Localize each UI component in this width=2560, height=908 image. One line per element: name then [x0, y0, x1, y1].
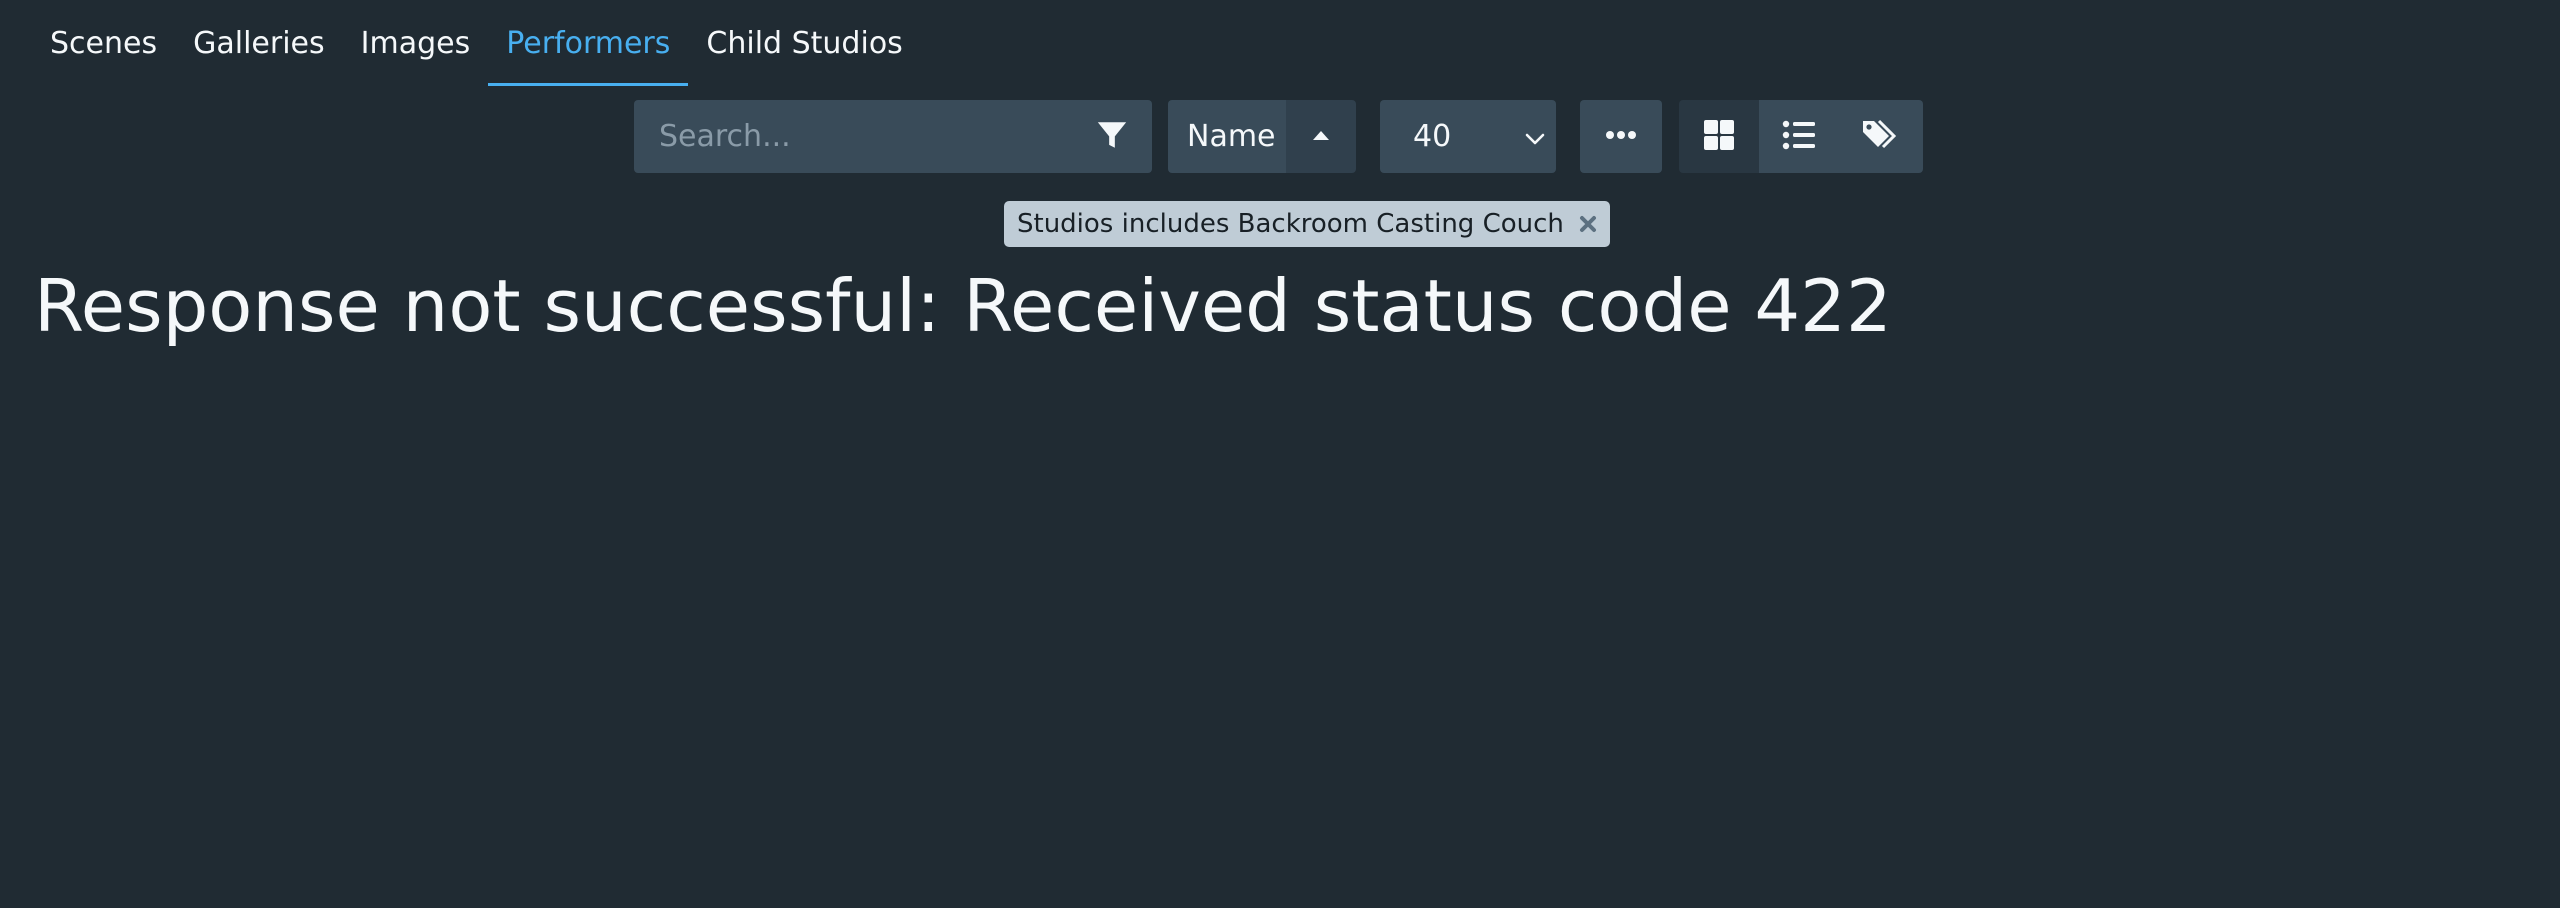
grid-view-button[interactable] [1679, 100, 1759, 173]
tags-icon [1861, 118, 1901, 156]
list-icon [1782, 120, 1816, 154]
tab-galleries[interactable]: Galleries [175, 0, 343, 86]
sort-control: Name [1168, 100, 1356, 173]
filter-button[interactable] [1072, 100, 1152, 173]
tab-performers[interactable]: Performers [488, 0, 689, 86]
sort-field-select[interactable]: Name [1168, 100, 1286, 173]
display-mode-group [1679, 100, 1923, 173]
filter-icon [1095, 118, 1129, 156]
error-message: Response not successful: Received status… [34, 264, 1892, 348]
filter-tag-label: Studios includes Backroom Casting Couch [1017, 209, 1564, 239]
sort-field-label: Name [1187, 119, 1276, 154]
grid-icon [1703, 119, 1735, 155]
tab-child-studios[interactable]: Child Studios [688, 0, 920, 86]
tagger-view-button[interactable] [1839, 100, 1923, 173]
list-view-button[interactable] [1759, 100, 1839, 173]
list-toolbar: Name 40 [634, 99, 1923, 174]
page-size-value: 40 [1413, 119, 1452, 154]
sort-direction-button[interactable] [1286, 100, 1356, 173]
close-icon[interactable] [1578, 214, 1598, 234]
search-box [634, 99, 1152, 174]
page-size-select[interactable]: 40 [1380, 100, 1556, 173]
caret-up-icon [1311, 129, 1331, 145]
ellipsis-icon [1605, 129, 1637, 144]
studio-tabs: Scenes Galleries Images Performers Child… [32, 0, 921, 86]
search-input[interactable] [634, 99, 1081, 174]
more-options-button[interactable] [1580, 100, 1662, 173]
tab-images[interactable]: Images [343, 0, 489, 86]
filter-tag: Studios includes Backroom Casting Couch [1004, 201, 1610, 247]
tab-scenes[interactable]: Scenes [32, 0, 175, 86]
chevron-down-icon [1524, 119, 1546, 154]
